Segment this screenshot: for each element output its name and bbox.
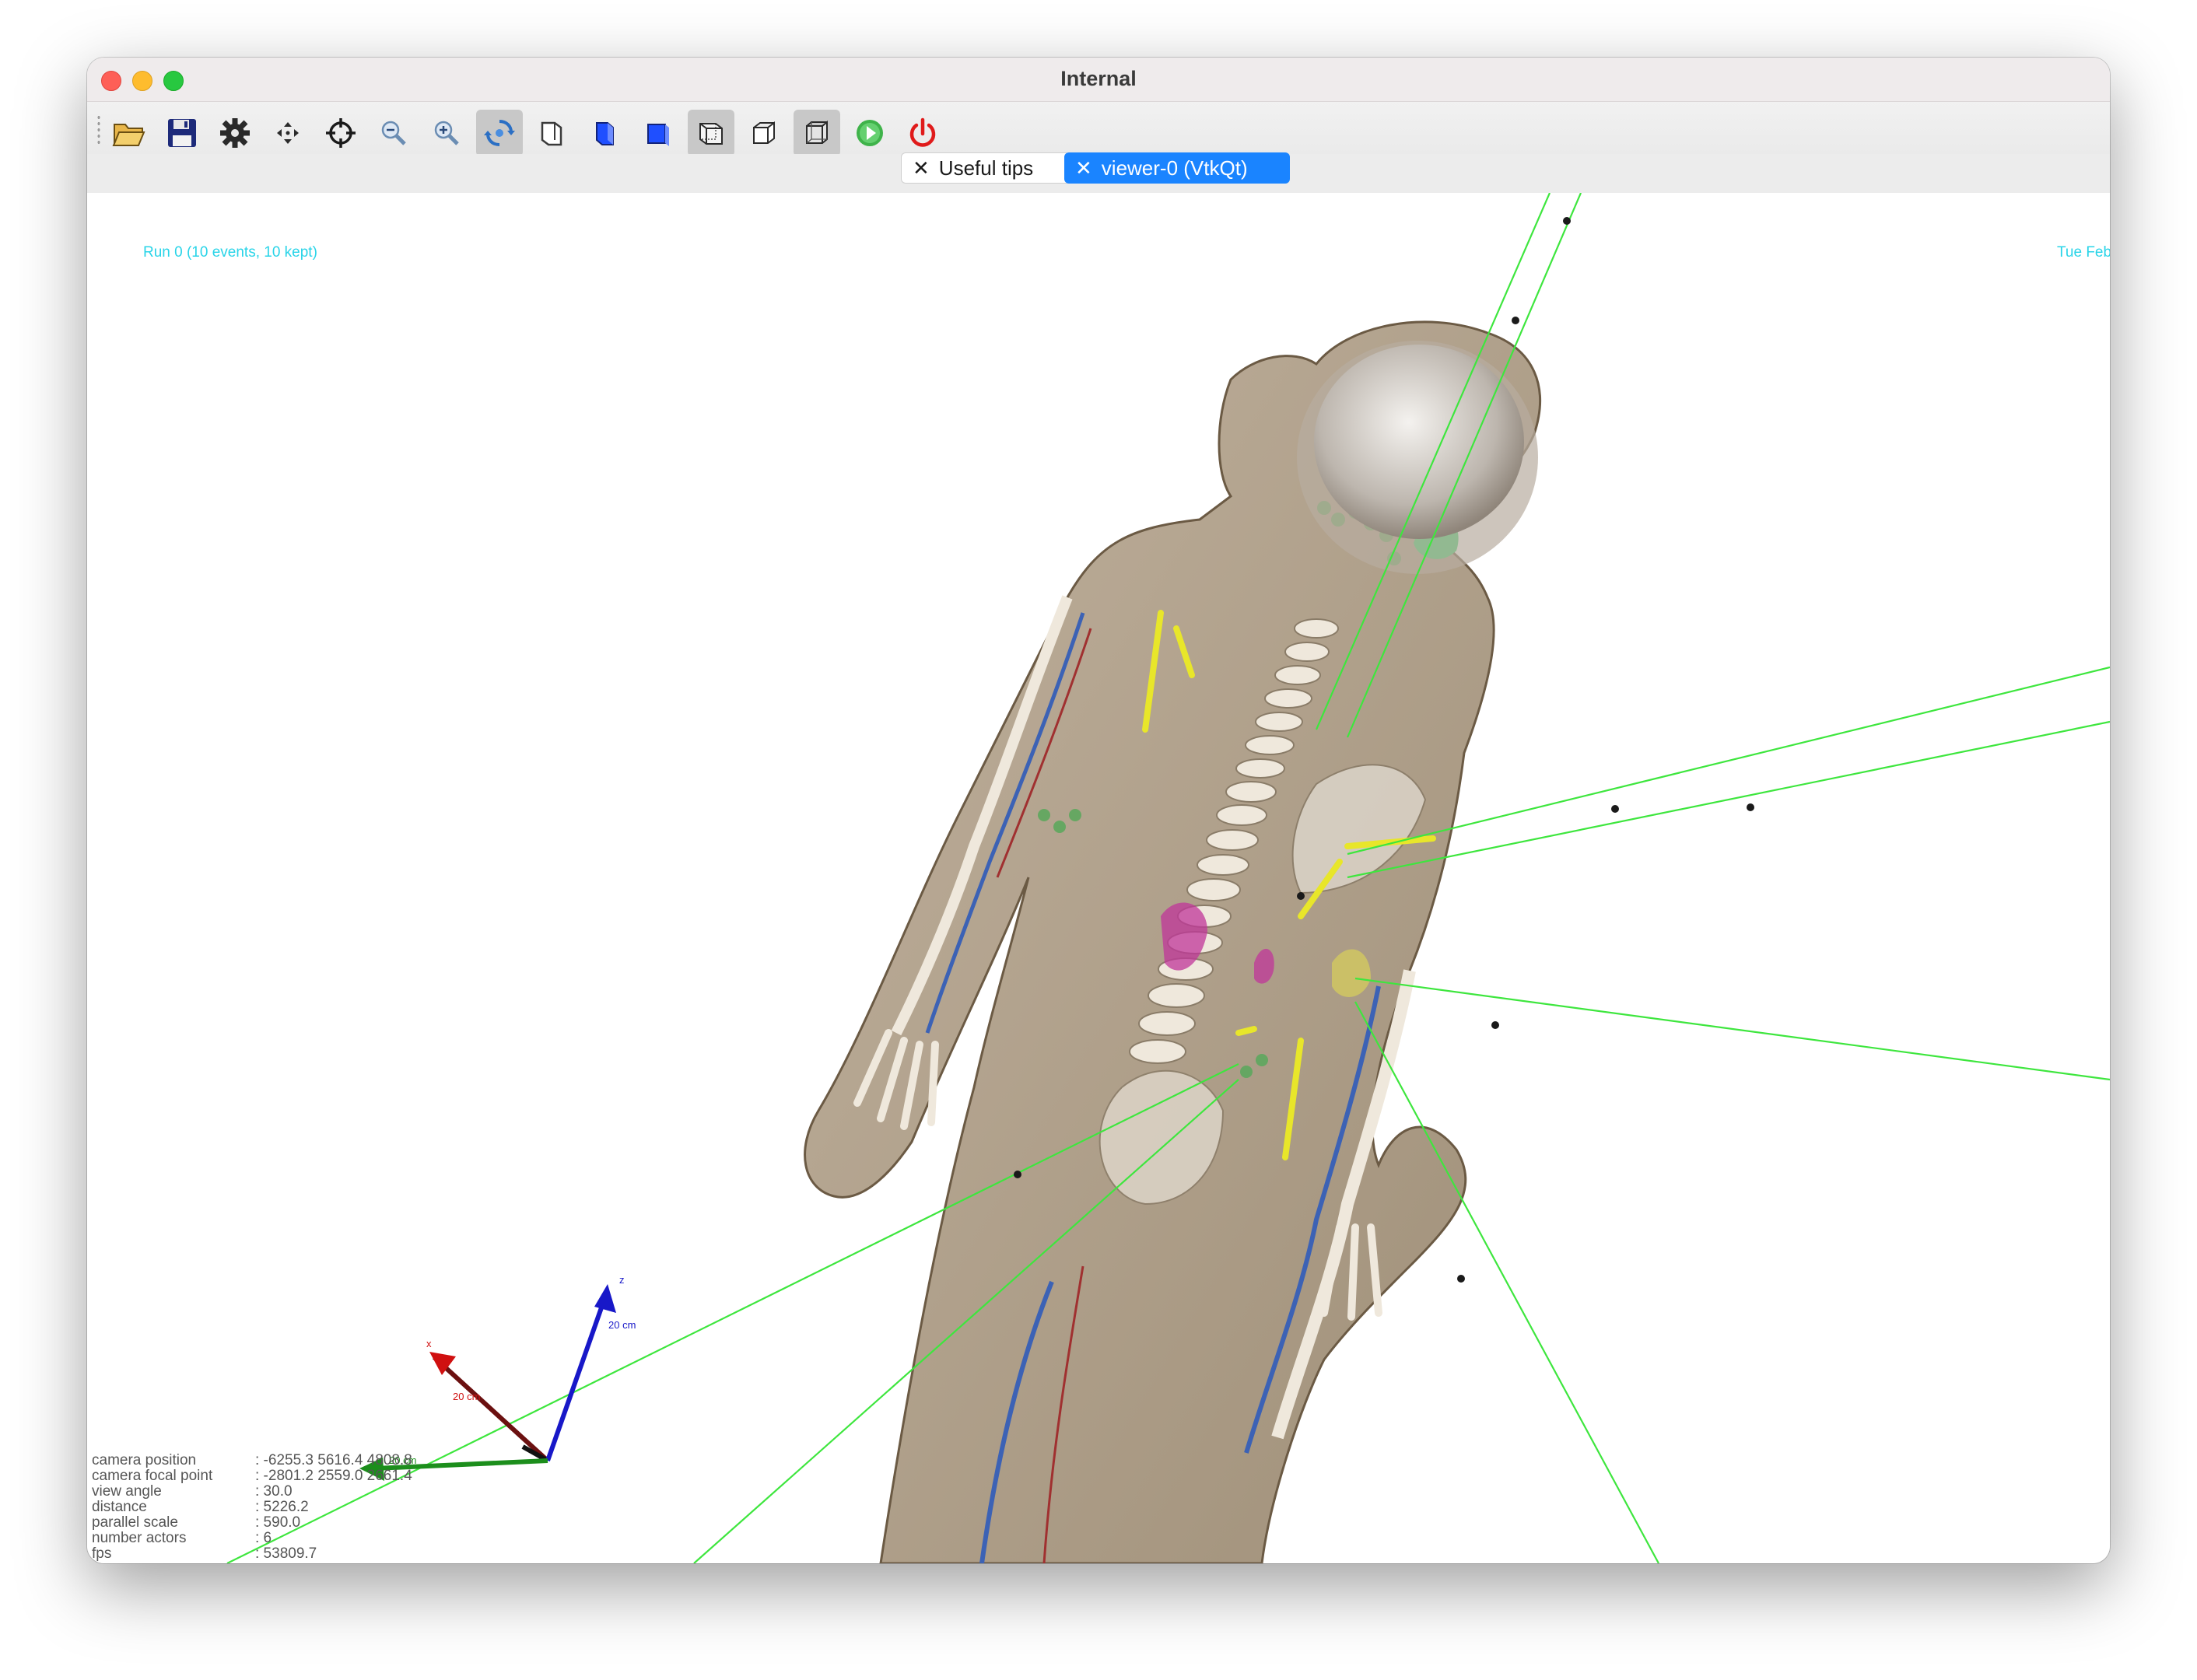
orthographic-box-icon[interactable]: [741, 110, 787, 156]
scene-canvas[interactable]: [87, 193, 2110, 1563]
tab-viewer-0[interactable]: ✕ viewer-0 (VtkQt): [1064, 152, 1290, 184]
move-icon[interactable]: [265, 110, 311, 156]
camera-info-row: camera focal point: -2801.2 2559.0 2661.…: [92, 1468, 412, 1484]
tab-useful-tips[interactable]: ✕ Useful tips: [901, 152, 1070, 184]
x-axis-label: x: [426, 1338, 432, 1349]
camera-info-row: view angle: 30.0: [92, 1483, 293, 1500]
tab-label: Useful tips: [938, 156, 1034, 180]
zoom-in-icon[interactable]: [423, 110, 470, 156]
toolbar-grip-handle[interactable]: [96, 114, 101, 145]
camera-info-row: number actors: 6: [92, 1530, 272, 1546]
settings-gear-icon[interactable]: [212, 110, 258, 156]
target-crosshair-icon[interactable]: [317, 110, 364, 156]
camera-info-panel: camera position: -6255.3 5616.4 4808.8 c…: [92, 1453, 412, 1562]
power-exit-icon[interactable]: [899, 110, 946, 156]
date-label: Tue Feb: [2057, 244, 2110, 261]
z-axis-arrow: [594, 1284, 616, 1313]
camera-info-row: distance: 5226.2: [92, 1499, 309, 1515]
rotate-view-icon[interactable]: [476, 110, 523, 156]
run-info-label: Run 0 (10 events, 10 kept): [143, 244, 317, 261]
view-front-blue-icon[interactable]: [635, 110, 682, 156]
open-folder-icon[interactable]: [106, 110, 152, 156]
view-side-outline-icon[interactable]: [529, 110, 576, 156]
save-icon[interactable]: [159, 110, 205, 156]
wireframe-box-icon[interactable]: [794, 110, 840, 156]
view-side-blue-icon[interactable]: [582, 110, 629, 156]
title-bar: Internal: [87, 58, 2110, 102]
z-axis-label: z: [619, 1274, 625, 1286]
camera-info-row: fps: 53809.7: [92, 1545, 317, 1562]
camera-info-row: parallel scale: 590.0: [92, 1514, 301, 1531]
tab-label: viewer-0 (VtkQt): [1101, 156, 1248, 180]
vtk-3d-viewport[interactable]: Run 0 (10 events, 10 kept) Tue Feb x 20 …: [87, 193, 2110, 1563]
perspective-box-icon[interactable]: [688, 110, 734, 156]
z-axis-scale-label: 20 cm: [608, 1319, 636, 1331]
window-title: Internal: [1060, 67, 1137, 90]
zoom-out-icon[interactable]: [370, 110, 417, 156]
tab-close-icon[interactable]: ✕: [913, 156, 930, 180]
app-window: Internal ✕ Useful tips ✕ viewer-0 (VtkQt…: [87, 58, 2110, 1563]
x-axis-scale-label: 20 cm: [453, 1391, 481, 1402]
camera-info-row: camera position: -6255.3 5616.4 4808.8: [92, 1452, 412, 1468]
run-play-icon[interactable]: [846, 110, 893, 156]
tab-close-icon[interactable]: ✕: [1075, 156, 1092, 180]
